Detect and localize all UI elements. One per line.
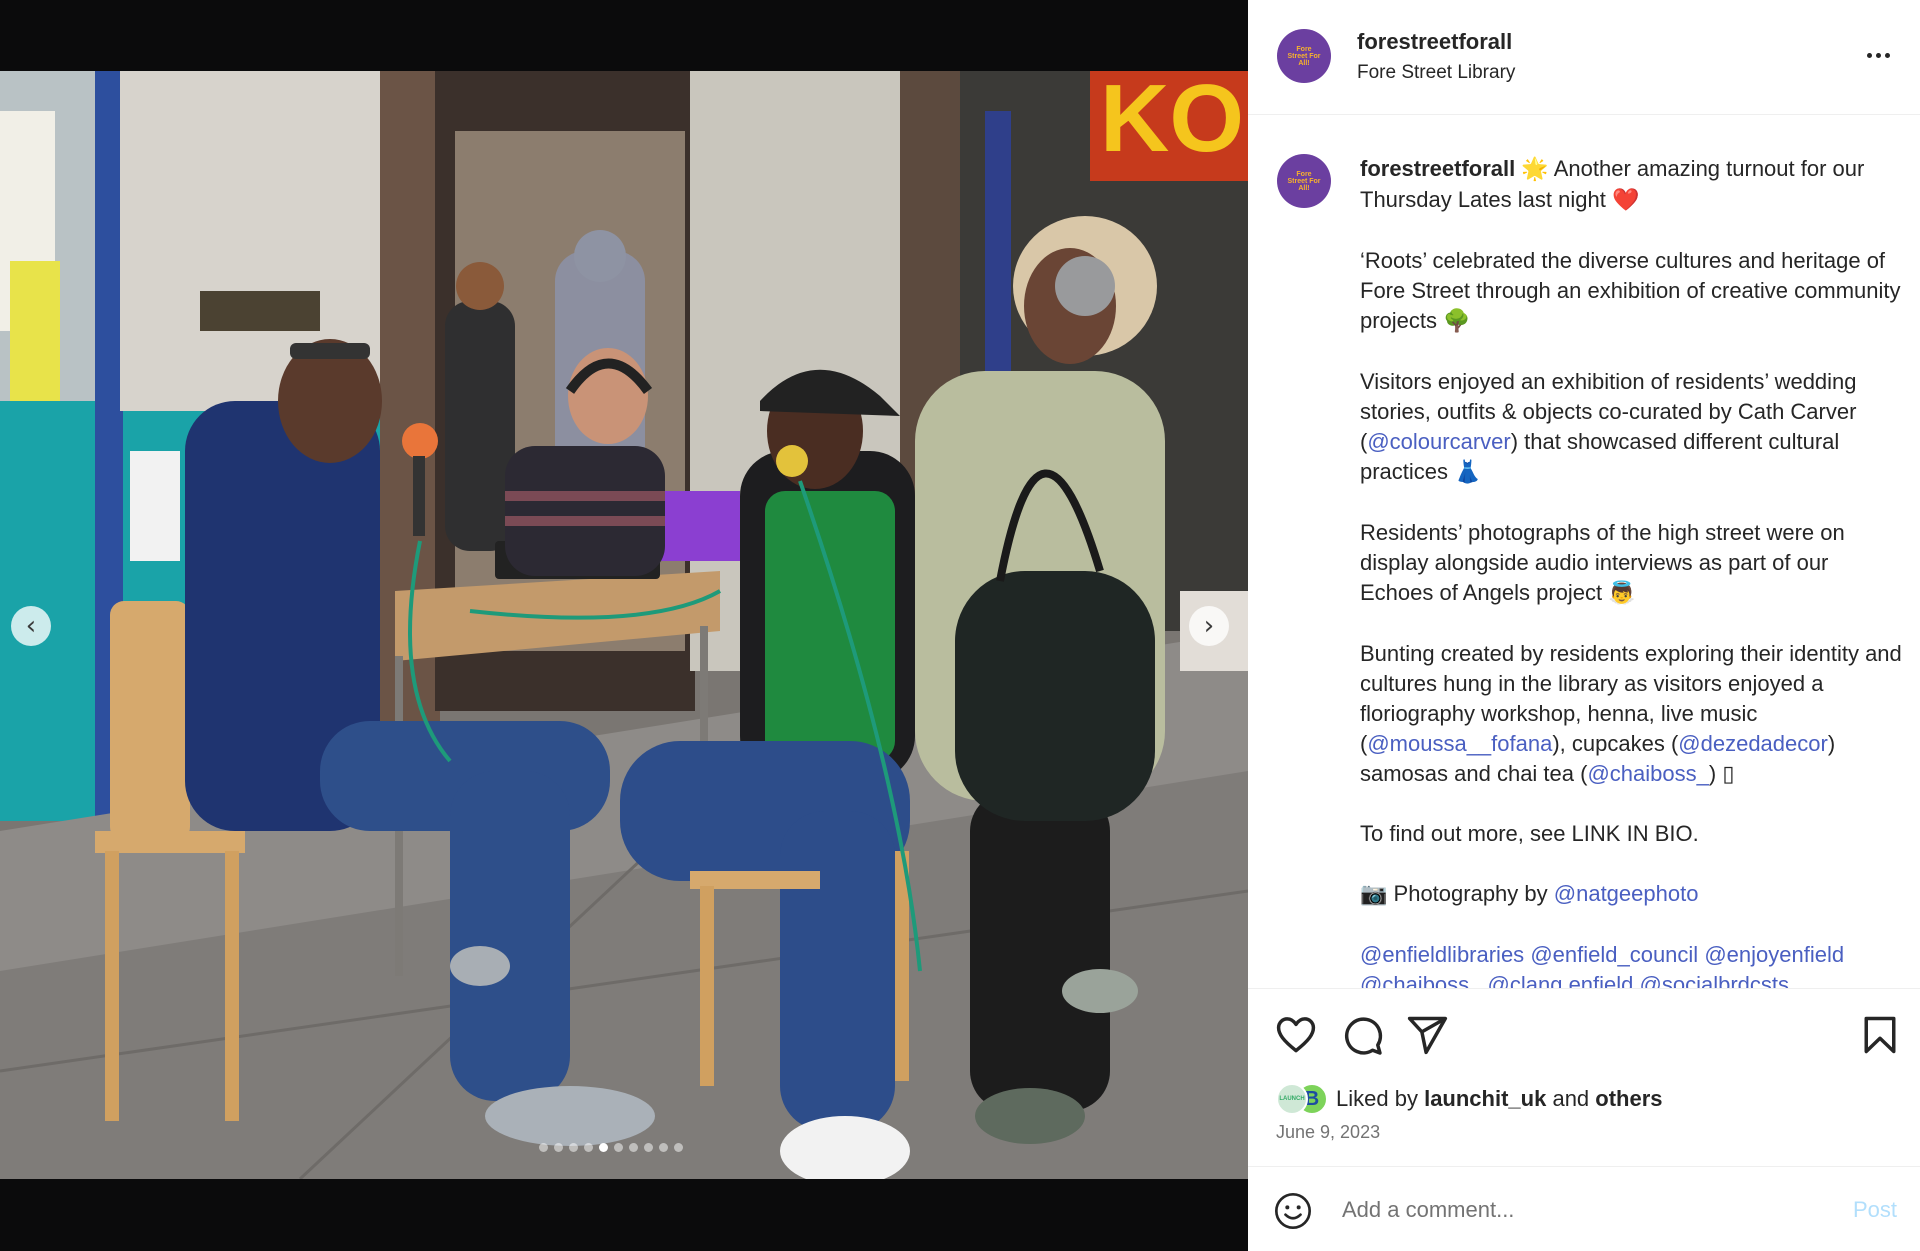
- smiley-icon[interactable]: [1273, 1191, 1313, 1231]
- avatar-logo-text: Fore Street For All!: [1287, 170, 1321, 192]
- mention-link[interactable]: @colourcarver: [1367, 429, 1510, 454]
- post-date[interactable]: June 9, 2023: [1276, 1122, 1380, 1143]
- caption-paragraph-7: Photography by: [1393, 881, 1548, 906]
- tag-link[interactable]: @chaiboss_: [1360, 972, 1481, 988]
- post-photo[interactable]: KOFA: [0, 71, 1248, 1179]
- mention-link[interactable]: @dezedadecor: [1678, 731, 1828, 756]
- carousel-dot: [584, 1143, 593, 1152]
- bookmark-icon[interactable]: [1858, 1013, 1902, 1057]
- post-actions: LAUNCH B Liked by launchit_uk and others…: [1248, 988, 1920, 1166]
- liker-avatar[interactable]: LAUNCH: [1276, 1083, 1308, 1115]
- mention-link[interactable]: @natgeephoto: [1554, 881, 1699, 906]
- caption-paragraph-4: Residents’ photographs of the high stree…: [1360, 520, 1845, 605]
- camera-emoji: 📷: [1360, 882, 1388, 907]
- comment-composer: Post: [1248, 1166, 1920, 1251]
- tag-link[interactable]: @enfieldlibraries: [1360, 942, 1524, 967]
- caption-paragraph-5b: ), cupcakes (: [1552, 731, 1679, 756]
- carousel-dot: [569, 1143, 578, 1152]
- liked-by-prefix: Liked by: [1336, 1086, 1418, 1111]
- media-viewer: KOFA: [0, 0, 1248, 1251]
- caption-scroll-area[interactable]: Fore Street For All! forestreetforall 🌟 …: [1248, 116, 1920, 988]
- more-dot: [1884, 52, 1890, 58]
- carousel-dot: [629, 1143, 638, 1152]
- tag-link[interactable]: @enfield_council: [1530, 942, 1698, 967]
- svg-text:KOFA: KOFA: [1100, 71, 1248, 172]
- carousel-dot: [644, 1143, 653, 1152]
- caption-paragraph-2: ‘Roots’ celebrated the diverse cultures …: [1360, 248, 1901, 333]
- heart-emoji: ❤️: [1611, 188, 1640, 213]
- post-header: Fore Street For All! forestreetforall Fo…: [1248, 0, 1920, 115]
- liked-by-and: and: [1552, 1086, 1590, 1111]
- caption-username[interactable]: forestreetforall: [1360, 156, 1515, 181]
- comment-icon[interactable]: [1340, 1013, 1384, 1057]
- carousel-next-button[interactable]: ›: [1189, 606, 1229, 646]
- author-avatar[interactable]: Fore Street For All!: [1277, 29, 1331, 83]
- angel-emoji: 👼: [1608, 581, 1636, 606]
- liked-by-others-link[interactable]: others: [1595, 1086, 1662, 1111]
- carousel-dot: [674, 1143, 683, 1152]
- more-horizontal-icon: [1866, 52, 1872, 58]
- more-dot: [1875, 52, 1881, 58]
- post-side-panel: Fore Street For All! forestreetforall Fo…: [1248, 0, 1920, 1251]
- mention-link[interactable]: @chaiboss_: [1587, 761, 1708, 786]
- liked-by-user-link[interactable]: launchit_uk: [1424, 1086, 1546, 1111]
- post-caption: forestreetforall 🌟 Another amazing turno…: [1360, 154, 1905, 988]
- tag-link[interactable]: @enjoyenfield: [1704, 942, 1844, 967]
- more-options-button[interactable]: [1858, 40, 1898, 70]
- author-username[interactable]: forestreetforall: [1357, 29, 1512, 55]
- chevron-left-icon: ‹: [25, 611, 37, 641]
- post-comment-button[interactable]: Post: [1853, 1197, 1897, 1223]
- tree-emoji: 🌳: [1443, 309, 1471, 334]
- carousel-dot: [539, 1143, 548, 1152]
- caption-paragraph-5d: ) ▯: [1708, 761, 1735, 786]
- star-emoji: 🌟: [1521, 157, 1549, 182]
- tag-link[interactable]: @socialbrdcsts: [1640, 972, 1790, 988]
- carousel-indicator: [539, 1143, 683, 1152]
- avatar-logo-text: Fore Street For All!: [1287, 45, 1321, 67]
- chevron-right-icon: ›: [1203, 611, 1215, 641]
- caption-paragraph-6: To find out more, see LINK IN BIO.: [1360, 821, 1699, 846]
- dress-emoji: 👗: [1454, 460, 1482, 485]
- carousel-dot: [614, 1143, 623, 1152]
- mention-link[interactable]: @moussa__fofana: [1367, 731, 1552, 756]
- carousel-dot: [659, 1143, 668, 1152]
- comment-input[interactable]: [1342, 1189, 1822, 1231]
- likes-summary[interactable]: LAUNCH B Liked by launchit_uk and others: [1276, 1081, 1663, 1117]
- caption-author-avatar[interactable]: Fore Street For All!: [1277, 154, 1331, 208]
- heart-icon[interactable]: [1274, 1013, 1318, 1057]
- carousel-dot: [599, 1143, 608, 1152]
- share-icon[interactable]: [1405, 1013, 1449, 1057]
- post-location[interactable]: Fore Street Library: [1357, 62, 1515, 84]
- liked-by-text: Liked by launchit_uk and others: [1336, 1086, 1663, 1112]
- carousel-prev-button[interactable]: ‹: [11, 606, 51, 646]
- photo-illustration: KOFA: [0, 71, 1248, 1179]
- carousel-dot: [554, 1143, 563, 1152]
- tag-link[interactable]: @clang.enfield: [1488, 972, 1634, 988]
